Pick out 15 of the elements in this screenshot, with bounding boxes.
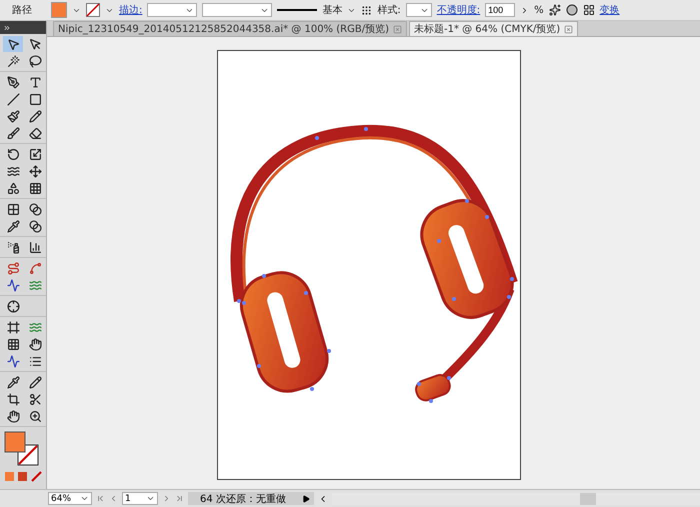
tab-title: Nipic_12310549_20140512125852044358.ai* @ 100% (RGB/预览) xyxy=(58,23,389,36)
stroke-link[interactable]: 描边: xyxy=(119,3,142,17)
object-type-label: 路径 xyxy=(11,4,33,17)
document-tab[interactable]: 未标题-1* @ 64% (CMYK/预览) xyxy=(408,21,578,36)
zoom-field[interactable]: 64% xyxy=(48,492,92,505)
document-tab[interactable]: Nipic_12310549_20140512125852044358.ai* @ 100% (RGB/预览) xyxy=(53,21,407,36)
transform-link[interactable]: 变换 xyxy=(600,3,620,17)
style-label: 样式: xyxy=(377,4,401,17)
opacity-field[interactable]: 100 xyxy=(485,3,516,17)
tab-title: 未标题-1* @ 64% (CMYK/预览) xyxy=(414,22,560,36)
page-field[interactable]: 1 xyxy=(122,492,158,505)
status-menu[interactable]: 64 次还原：无重做 xyxy=(188,492,314,505)
percent-sign: % xyxy=(534,4,544,16)
brush-name: 基本 xyxy=(322,4,342,17)
opacity-link[interactable]: 不透明度: xyxy=(436,3,480,17)
